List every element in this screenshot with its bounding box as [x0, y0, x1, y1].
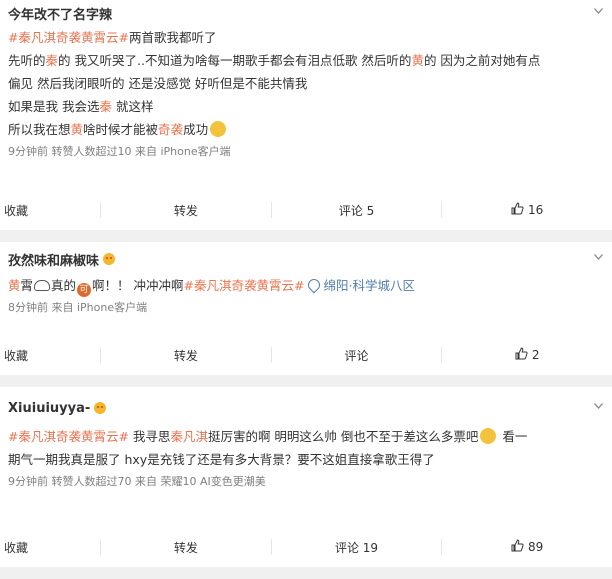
action-bar: 收藏 转发 评论 5 16	[0, 189, 612, 230]
thumbs-up-icon	[511, 539, 524, 555]
fan-emoji-icon	[103, 253, 116, 265]
action-bar: 收藏 转发 评论 2	[0, 334, 612, 375]
post-header: 孜然味和麻椒味	[0, 242, 612, 274]
highlight-text: 秦	[45, 53, 59, 68]
highlight-text: 奇袭	[158, 122, 184, 137]
post-meta: 9分钟前 转赞人数超过10 来自 iPhone客户端	[8, 145, 231, 158]
action-bar: 收藏 转发 评论 19 89	[0, 526, 612, 567]
text-span: 所以我在想	[8, 122, 71, 137]
username[interactable]: 今年改不了名字辣	[8, 4, 112, 23]
text-span: 我寻思	[128, 429, 171, 444]
text-line: 先听的秦的 我又听哭了..不知道为啥每一期歌手都会有泪点低歌 然后听的黄的 因为…	[8, 49, 604, 72]
location-link[interactable]: 绵阳·科学城八区	[305, 276, 415, 294]
text-line: #秦凡淇奇袭黄霄云# 我寻思秦凡淇挺厉害的啊 明明这么帅 倒也不至于差这么多票吧…	[8, 425, 604, 448]
repost-button[interactable]: 转发	[101, 347, 271, 364]
repost-button[interactable]: 转发	[101, 539, 271, 556]
post-meta: 8分钟前 来自 iPhone客户端	[8, 301, 148, 314]
text-span: 两首歌我都听了	[128, 30, 217, 45]
comment-button[interactable]: 评论	[272, 347, 442, 364]
text-span: 挺厉害的啊 明明这么帅 倒也不至于差这么多票吧	[207, 429, 479, 444]
text-line: 所以我在想黄啥时候才能被奇袭成功	[8, 118, 604, 141]
text-span: 的 因为之前对她有点	[423, 53, 541, 68]
cloud-icon	[34, 280, 51, 291]
post-card: Xiuiuiuyya- #秦凡淇奇袭黄霄云# 我寻思秦凡淇挺厉害的啊 明明这么帅…	[0, 387, 612, 567]
text-span: 看一	[498, 429, 528, 444]
text-span: 如果是我 我会选	[8, 99, 100, 114]
text-span: 成功	[183, 122, 209, 137]
post-text: #秦凡淇奇袭黄霄云#两首歌我都听了 先听的秦的 我又听哭了..不知道为啥每一期歌手…	[0, 26, 612, 141]
thumbs-up-icon	[515, 347, 528, 363]
text-span: 就这样	[112, 99, 154, 114]
text-line: 期气一期我真是服了 hxy是充钱了还是有多大背景？要不这姐直接拿歌王得了	[8, 448, 604, 471]
like-button[interactable]: 16	[442, 202, 612, 218]
favorite-button[interactable]: 收藏	[0, 202, 100, 219]
username[interactable]: Xiuiuiuyya-	[8, 401, 90, 416]
comment-button[interactable]: 评论 5	[272, 202, 442, 219]
username[interactable]: 孜然味和麻椒味	[8, 250, 99, 269]
text-span: 的 我又听哭了..不知道为啥每一期歌手都会有泪点低歌 然后听的	[58, 53, 412, 68]
post-card: 今年改不了名字辣 #秦凡淇奇袭黄霄云#两首歌我都听了 先听的秦的 我又听哭了..不…	[0, 0, 612, 230]
post-text: #秦凡淇奇袭黄霄云# 我寻思秦凡淇挺厉害的啊 明明这么帅 倒也不至于差这么多票吧…	[0, 425, 612, 471]
text-line: 如果是我 我会选秦 就这样	[8, 95, 604, 118]
location-pin-icon	[305, 276, 323, 294]
post-header: 今年改不了名字辣	[0, 0, 612, 26]
like-button[interactable]: 89	[442, 539, 612, 555]
highlight-text: 黄	[70, 122, 84, 137]
post-card: 孜然味和麻椒味 黄霄 真的可啊！！ 冲冲冲啊#秦凡淇奇袭黄霄云# 绵阳·科学城八区…	[0, 242, 612, 375]
coin-emoji-icon: 可	[77, 283, 92, 297]
post-meta: 9分钟前 转赞人数超过70 来自 荣耀10 AI变色更潮美	[8, 475, 266, 488]
hashtag-link[interactable]: #秦凡淇奇袭黄霄云#	[184, 278, 305, 293]
chevron-down-icon[interactable]	[594, 254, 603, 262]
highlight-text: 秦	[99, 99, 112, 114]
chevron-down-icon[interactable]	[594, 403, 603, 411]
hashtag-link[interactable]: #秦凡淇奇袭黄霄云#	[8, 429, 129, 444]
hashtag-link[interactable]: #秦凡淇奇袭黄霄云#	[8, 30, 129, 45]
repost-button[interactable]: 转发	[101, 202, 271, 219]
highlight-text: 秦凡淇	[170, 429, 208, 444]
comment-button[interactable]: 评论 19	[272, 539, 442, 556]
emoji-icon	[210, 121, 227, 137]
text-span: 期气一期我真是服了 hxy是充钱了还是有多大背景？要不这姐直接拿歌王得了	[8, 452, 435, 467]
text-span: 啥时候才能被	[83, 122, 159, 137]
fan-emoji-icon	[94, 402, 107, 414]
text-span: 先听的	[8, 53, 46, 68]
text-line: 偏见 然后我闭眼听的 还是没感觉 好听但是不能共情我	[8, 72, 604, 95]
text-span: 偏见 然后我闭眼听的 还是没感觉 好听但是不能共情我	[8, 76, 308, 91]
like-button[interactable]: 2	[442, 347, 612, 363]
post-header: Xiuiuiuyya-	[0, 387, 612, 425]
chevron-down-icon[interactable]	[594, 8, 603, 16]
emoji-icon	[480, 428, 497, 444]
favorite-button[interactable]: 收藏	[0, 347, 100, 364]
highlight-text: 黄	[411, 53, 424, 68]
text-line: #秦凡淇奇袭黄霄云#两首歌我都听了	[8, 26, 604, 49]
thumbs-up-icon	[511, 202, 524, 218]
post-text: 黄霄 真的可啊！！ 冲冲冲啊#秦凡淇奇袭黄霄云# 绵阳·科学城八区	[8, 276, 415, 297]
favorite-button[interactable]: 收藏	[0, 539, 100, 556]
